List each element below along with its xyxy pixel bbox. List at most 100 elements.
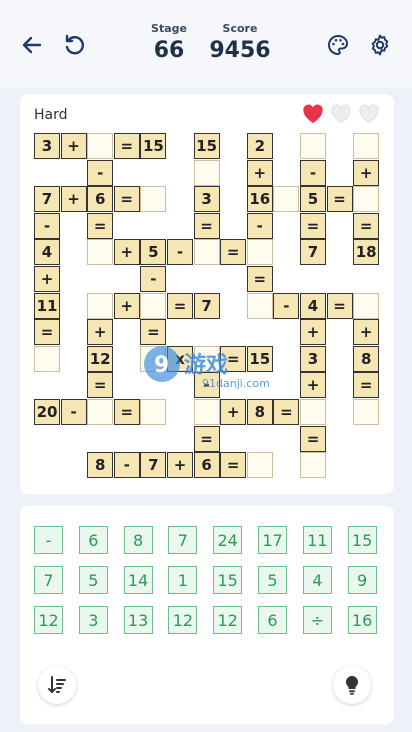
grid-cell-empty[interactable]	[353, 399, 380, 425]
restart-button[interactable]	[58, 29, 90, 61]
grid-cell-given: 15	[246, 345, 273, 372]
grid-cell-given: 11	[34, 292, 60, 319]
number-tile[interactable]: ÷	[302, 606, 332, 634]
grid-cell-empty[interactable]	[87, 133, 114, 159]
number-tile[interactable]: 6	[258, 606, 287, 634]
number-tile[interactable]: 4	[302, 566, 332, 594]
grid-cell-empty[interactable]	[193, 399, 220, 425]
grid-cell-given: 7	[34, 186, 60, 213]
grid-cell-given: 2	[246, 133, 273, 159]
difficulty-label: Hard	[34, 107, 68, 123]
grid-cell-given: +	[246, 159, 273, 186]
grid-cell-empty[interactable]	[193, 159, 220, 186]
grid-cell-given: 7	[193, 292, 220, 319]
grid-cell-given: 4	[34, 239, 60, 266]
grid-cell-empty[interactable]	[34, 345, 60, 372]
grid-cell-empty[interactable]	[353, 186, 380, 213]
grid-cell-given: =	[300, 212, 326, 239]
grid-cell-given: =	[167, 292, 193, 319]
grid-cell-empty[interactable]	[140, 399, 167, 425]
number-tile[interactable]: -	[34, 526, 63, 554]
number-tile[interactable]: 7	[168, 526, 198, 554]
number-tile[interactable]: 14	[123, 566, 153, 594]
grid-cell-empty[interactable]	[87, 399, 114, 425]
number-tile[interactable]: 12	[34, 606, 63, 634]
palette-icon	[328, 34, 349, 56]
number-tile[interactable]: 24	[213, 526, 243, 554]
theme-button[interactable]	[322, 29, 354, 61]
grid-cell-empty[interactable]	[273, 186, 300, 213]
grid-cell-empty[interactable]	[300, 452, 326, 479]
settings-button[interactable]	[364, 29, 396, 61]
number-tile[interactable]: 12	[168, 606, 198, 634]
heart-empty-icon	[331, 104, 351, 124]
grid-cell-empty[interactable]	[140, 186, 167, 213]
grid-cell-given: -	[193, 372, 220, 399]
sort-button[interactable]	[38, 666, 76, 704]
grid-cell-given: +	[60, 186, 87, 213]
number-tile[interactable]: 8	[123, 526, 153, 554]
grid-cell-empty[interactable]	[140, 292, 167, 319]
grid-cell-given: =	[87, 372, 114, 399]
number-tile[interactable]: 13	[123, 606, 153, 634]
grid-cell-empty[interactable]	[353, 292, 380, 319]
sort-icon	[48, 676, 66, 693]
grid-cell-given: -	[34, 212, 60, 239]
stage-label: Stage	[151, 22, 187, 35]
number-tile[interactable]: 12	[213, 606, 243, 634]
number-tile[interactable]: 1	[168, 566, 198, 594]
number-tile[interactable]: 9	[347, 566, 377, 594]
grid-cell-given: 8	[87, 452, 114, 479]
score-display: Score 9456	[205, 22, 275, 63]
number-tile[interactable]: 6	[78, 526, 108, 554]
grid-cell-empty[interactable]	[246, 292, 273, 319]
grid-cell-empty[interactable]	[87, 292, 114, 319]
stage-display: Stage 66	[144, 22, 194, 63]
grid-cell-empty[interactable]	[193, 239, 220, 266]
grid-cell-given: =	[220, 452, 247, 479]
restart-icon	[65, 34, 84, 55]
grid-cell-given: 6	[193, 452, 220, 479]
grid-cell-empty[interactable]	[140, 345, 167, 372]
number-tile[interactable]: 11	[302, 526, 332, 554]
grid-cell-given: =	[353, 372, 380, 399]
grid-cell-given: =	[193, 425, 220, 452]
grid-cell-empty[interactable]	[87, 239, 114, 266]
grid-cell-given: =	[220, 345, 247, 372]
grid-cell-given: =	[34, 319, 60, 346]
grid-cell-given: +	[300, 319, 326, 346]
number-tile[interactable]: 3	[78, 606, 108, 634]
hint-button[interactable]	[333, 666, 371, 704]
lives-indicator	[302, 104, 380, 124]
gear-icon	[371, 34, 389, 56]
number-tile[interactable]: 15	[213, 566, 243, 594]
grid-cell-given: +	[34, 266, 60, 292]
grid-cell-given: -	[167, 239, 193, 266]
grid-cell-empty[interactable]	[246, 452, 273, 479]
grid-cell-given: =	[193, 212, 220, 239]
grid-cell-given: -	[300, 159, 326, 186]
grid-cell-given: -	[113, 452, 140, 479]
grid-cell-given: +	[167, 452, 193, 479]
number-tile[interactable]: 5	[78, 566, 108, 594]
grid-cell-empty[interactable]	[300, 399, 326, 425]
grid-cell-empty[interactable]	[300, 133, 326, 159]
grid-cell-empty[interactable]	[246, 239, 273, 266]
score-label: Score	[222, 22, 258, 35]
number-tile[interactable]: 16	[347, 606, 377, 634]
grid-cell-empty[interactable]	[193, 345, 220, 372]
grid-cell-given: 18	[353, 239, 380, 266]
back-button[interactable]	[16, 29, 48, 61]
grid-cell-given: =	[353, 212, 380, 239]
grid-cell-given: +	[353, 319, 380, 346]
grid-cell-given: 7	[300, 239, 326, 266]
grid-cell-given: =	[273, 399, 300, 425]
number-tile[interactable]: 15	[347, 526, 377, 554]
grid-cell-given: 6	[87, 186, 114, 213]
grid-cell-given: =	[326, 292, 353, 319]
number-tile[interactable]: 7	[34, 566, 63, 594]
grid-cell-empty[interactable]	[353, 133, 380, 159]
score-value: 9456	[209, 38, 271, 63]
number-tile[interactable]: 5	[258, 566, 287, 594]
number-tile[interactable]: 17	[258, 526, 287, 554]
